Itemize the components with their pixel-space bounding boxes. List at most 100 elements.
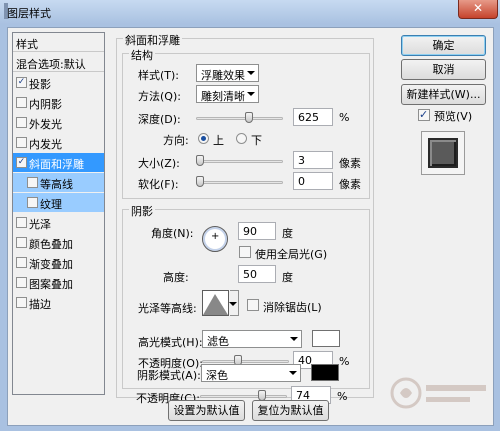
altitude-label: 高度: [163,271,189,284]
method-select-value: 雕刻清晰 [201,90,245,103]
highlight-mode-label: 高光模式(H): [138,336,203,349]
style-list-item[interactable]: 纹理 [13,193,104,212]
altitude-input[interactable]: 50 [238,265,276,283]
new-style-button[interactable]: 新建样式(W)... [401,84,486,105]
highlight-mode-select[interactable]: 滤色 [202,330,302,348]
style-item-label: 等高线 [40,178,73,191]
make-default-button[interactable]: 设置为默认值 [168,400,245,421]
style-preview [421,131,465,175]
preview-checkbox[interactable]: ✓ [418,108,430,121]
crosshair-icon: + [211,231,220,242]
style-item-label: 描边 [29,298,51,311]
soften-slider-thumb[interactable] [196,176,204,187]
gloss-contour-preview[interactable] [202,290,229,316]
style-item-checkbox[interactable] [16,217,27,228]
checkmark-icon: ✓ [419,108,429,121]
watermark-logo [390,377,486,409]
chevron-down-icon [289,371,297,375]
layer-style-dialog: 图层样式 ✕ 样式 混合选项:默认 ✓ 投影 内阴影 外发光 内发光 ✓ 斜面和浮雕 等高线纹… [0,0,500,431]
radio-selected-dot [201,136,206,141]
style-list-item[interactable]: 外发光 [13,113,104,132]
style-list: 样式 混合选项:默认 ✓ 投影 内阴影 外发光 内发光 ✓ 斜面和浮雕 等高线 纹理 光泽 颜色叠加… [12,32,105,395]
altitude-value: 50 [243,268,257,281]
depth-value: 625 [298,111,319,124]
style-item-label: 内发光 [29,138,62,151]
anti-aliased-checkbox[interactable] [247,299,259,311]
global-light-checkbox[interactable] [239,246,251,258]
method-label: 方法(Q): [138,90,181,103]
highlight-color-swatch[interactable] [312,330,340,347]
ok-button[interactable]: 确定 [401,35,486,56]
style-select-value: 浮雕效果 [201,69,245,82]
size-unit: 像素 [339,157,361,170]
chevron-down-icon [247,71,255,75]
style-list-item[interactable]: 内发光 [13,133,104,152]
style-item-label: 颜色叠加 [29,238,73,251]
shading-group: 阴影 角度(N): + 90 度 使用全局光(G) 高度: 50 度 光泽等高线… [122,203,370,389]
soften-input[interactable]: 0 [293,172,333,190]
direction-down-radio[interactable] [236,133,247,144]
direction-up-radio[interactable] [198,133,209,144]
soften-label: 软化(F): [138,178,179,191]
style-list-item[interactable]: 等高线 [13,173,104,192]
style-list-item[interactable]: 描边 [13,293,104,312]
angle-value: 90 [243,225,257,238]
preview-swatch [428,138,458,168]
reset-default-button[interactable]: 复位为默认值 [252,400,329,421]
title-bar[interactable]: 图层样式 ✕ [0,0,500,24]
style-list-item[interactable]: 颜色叠加 [13,233,104,252]
depth-input[interactable]: 625 [293,108,333,126]
style-list-item[interactable]: ✓ 斜面和浮雕 [13,153,104,172]
style-list-item[interactable]: 内阴影 [13,93,104,112]
style-item-checkbox[interactable]: ✓ [16,77,27,88]
style-list-item[interactable]: ✓ 投影 [13,73,104,92]
size-slider-track[interactable] [196,160,283,163]
style-list-item[interactable]: 光泽 [13,213,104,232]
soften-slider-track[interactable] [196,181,283,184]
angle-dial[interactable]: + [202,226,228,252]
style-item-checkbox[interactable] [27,177,38,188]
highlight-opacity-unit: % [339,355,350,368]
shadow-mode-select[interactable]: 深色 [201,364,301,382]
angle-unit: 度 [282,227,293,240]
style-list-item[interactable]: 渐变叠加 [13,253,104,272]
style-item-label: 投影 [29,78,51,91]
bevel-emboss-panel: 斜面和浮雕 结构 样式(T): 浮雕效果 方法(Q): 雕刻清晰 深度(D): [116,32,374,398]
style-item-label: 光泽 [29,218,51,231]
shadow-color-swatch[interactable] [311,364,339,381]
style-item-checkbox[interactable] [27,197,38,208]
shadow-opacity-track[interactable] [200,395,287,398]
style-list-header[interactable]: 样式 [13,33,104,52]
style-item-checkbox[interactable]: ✓ [16,157,27,168]
depth-slider-track[interactable] [196,117,283,120]
style-list-item[interactable]: 图案叠加 [13,273,104,292]
anti-aliased-label: 消除锯齿(L) [263,301,322,314]
shadow-opacity-unit: % [337,390,348,403]
method-select[interactable]: 雕刻清晰 [196,85,259,103]
soften-value: 0 [298,175,305,188]
highlight-opacity-track[interactable] [202,360,289,363]
size-input[interactable]: 3 [293,151,333,169]
style-item-checkbox[interactable] [16,237,27,248]
style-item-checkbox[interactable] [16,277,27,288]
highlight-mode-value: 滤色 [207,335,229,348]
size-label: 大小(Z): [138,157,180,170]
shadow-mode-value: 深色 [206,369,228,382]
style-item-checkbox[interactable] [16,297,27,308]
size-slider-thumb[interactable] [196,155,204,166]
shading-title: 阴影 [129,203,155,219]
close-button[interactable]: ✕ [458,0,498,19]
angle-input[interactable]: 90 [238,222,276,240]
style-item-checkbox[interactable] [16,137,27,148]
cancel-button[interactable]: 取消 [401,59,486,80]
style-item-checkbox[interactable] [16,97,27,108]
gloss-contour-dropdown[interactable] [229,290,239,316]
style-item-checkbox[interactable] [16,117,27,128]
depth-label: 深度(D): [138,113,181,126]
style-item-checkbox[interactable] [16,257,27,268]
depth-slider-thumb[interactable] [244,112,253,123]
style-select[interactable]: 浮雕效果 [196,64,259,82]
blend-options-item[interactable]: 混合选项:默认 [13,53,104,72]
blend-options-label: 混合选项:默认 [16,58,86,71]
style-item-label: 内阴影 [29,98,62,111]
